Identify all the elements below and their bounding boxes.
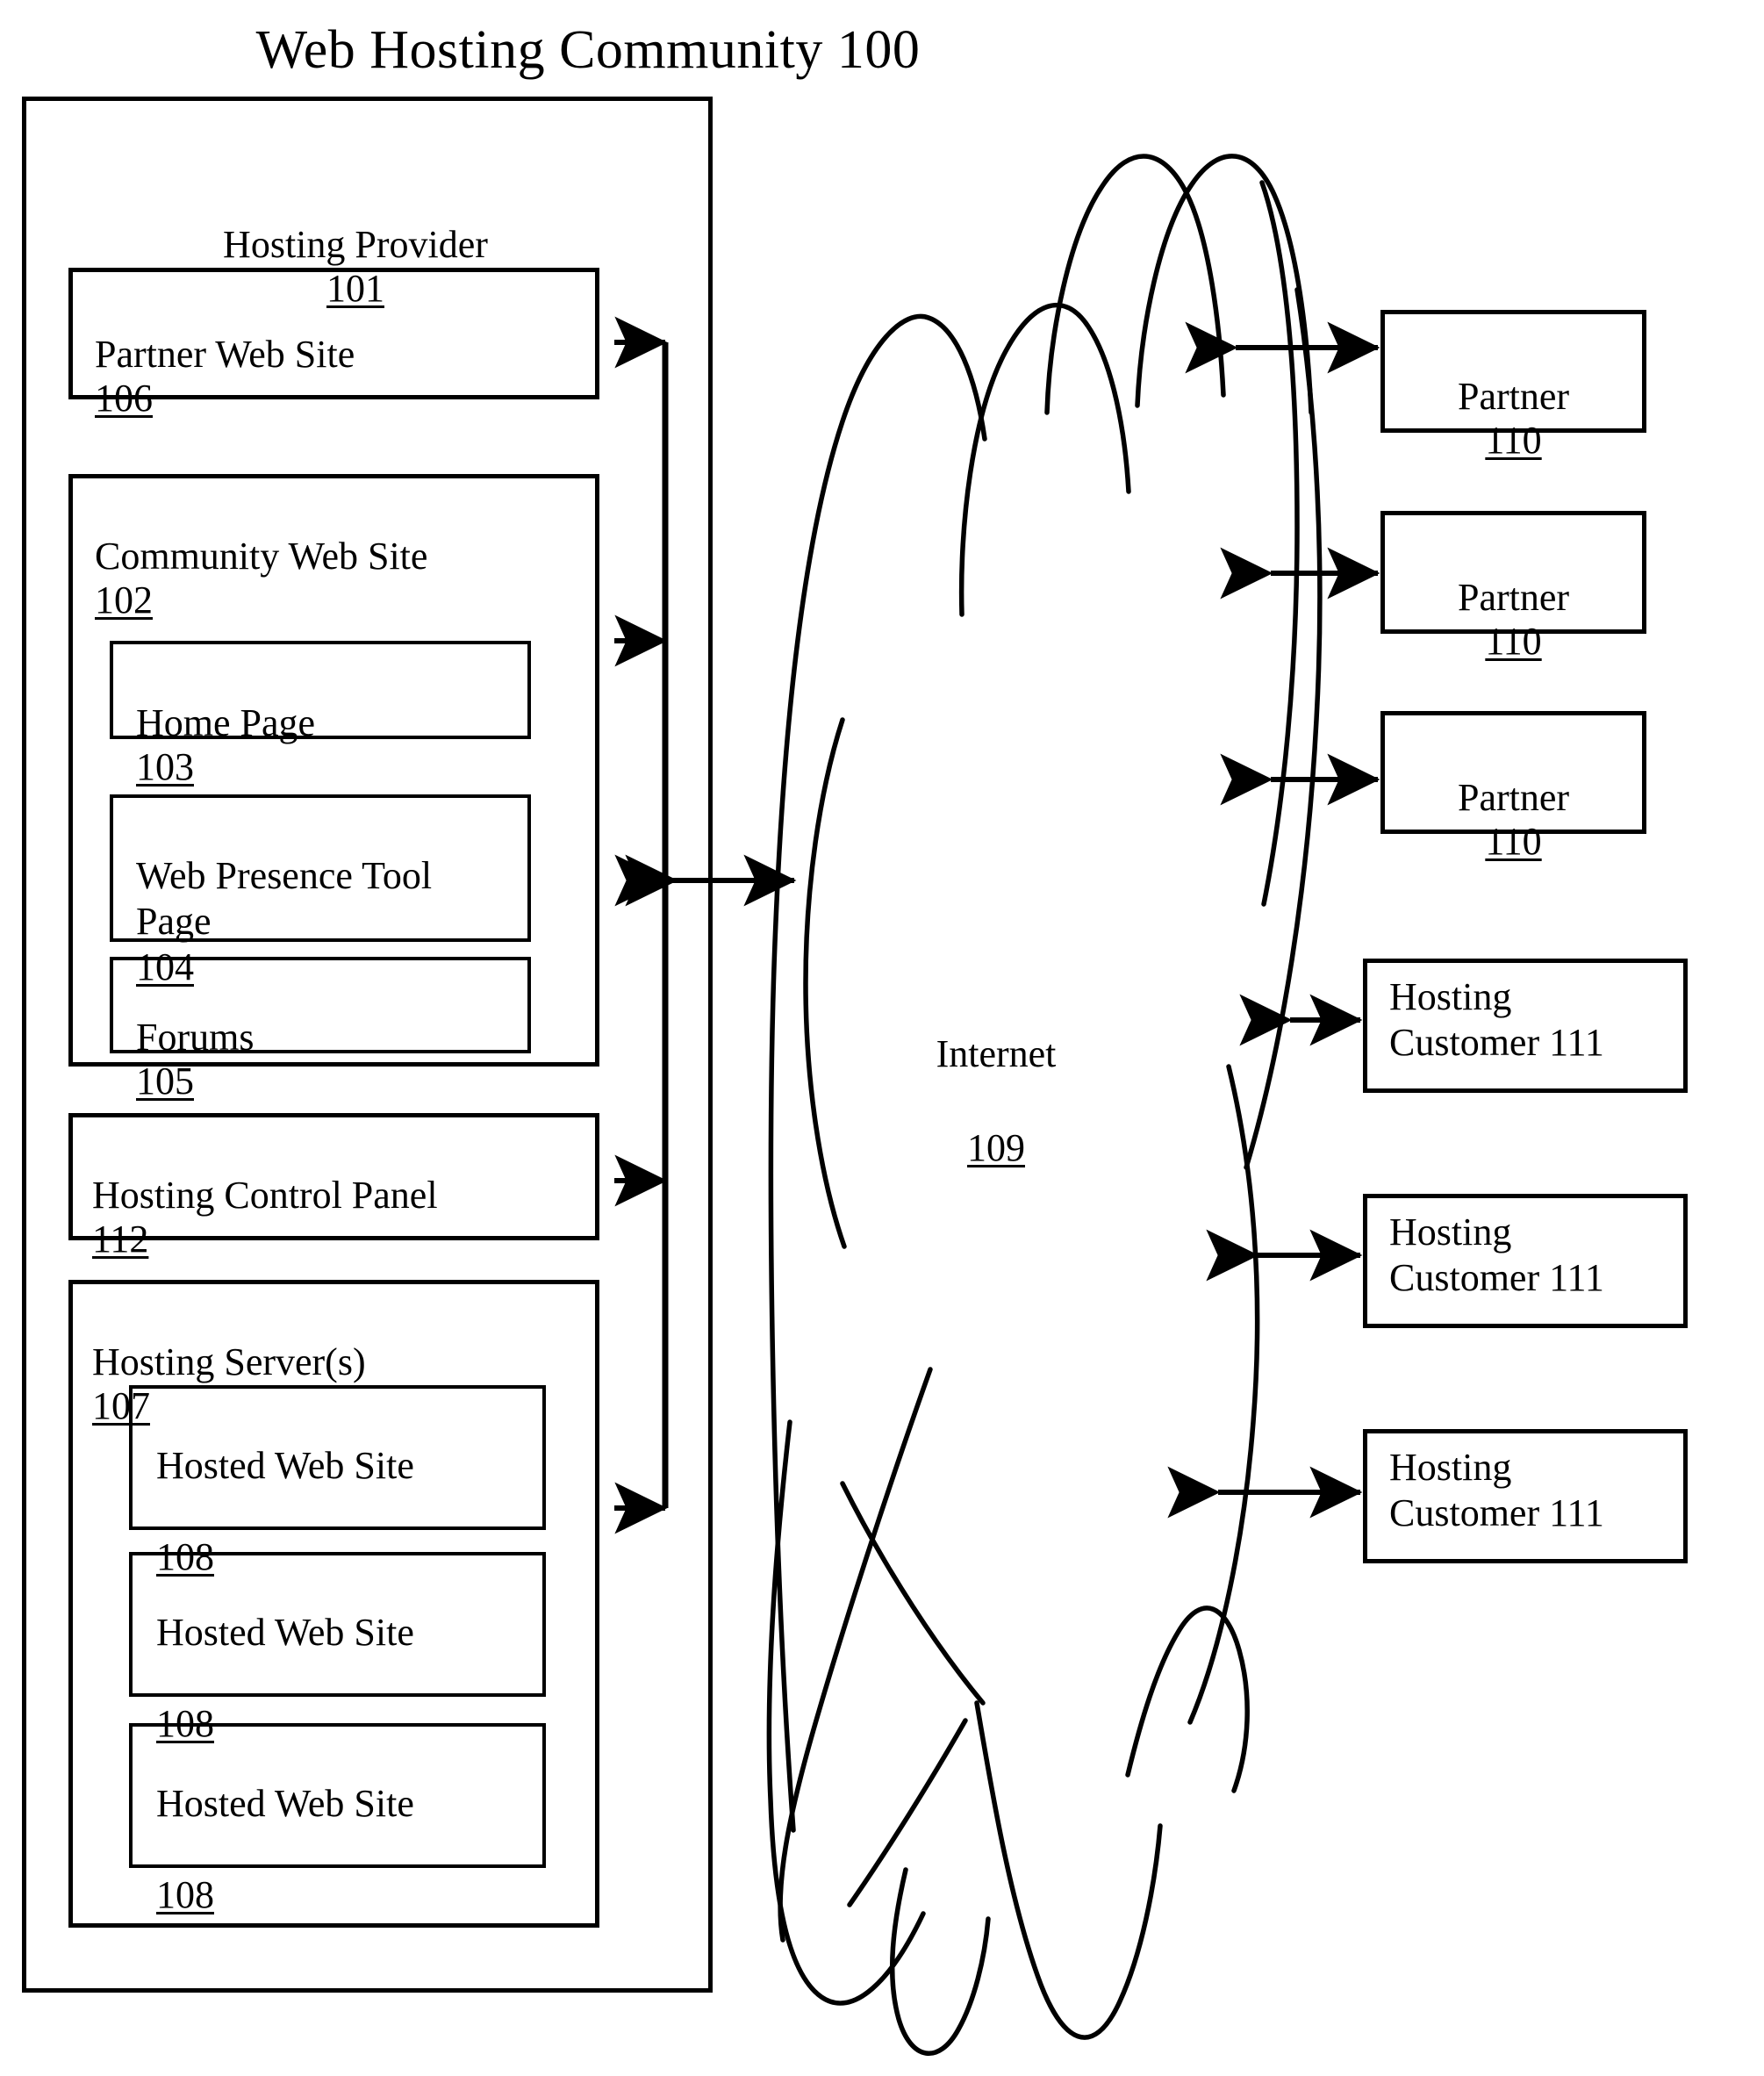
internet-cloud-icon (766, 154, 1323, 2056)
connector-layer (614, 154, 1380, 2056)
figure-canvas: Web Hosting Community 100 Hosting Provid… (0, 0, 1764, 2076)
bus-feeders (614, 316, 668, 1534)
